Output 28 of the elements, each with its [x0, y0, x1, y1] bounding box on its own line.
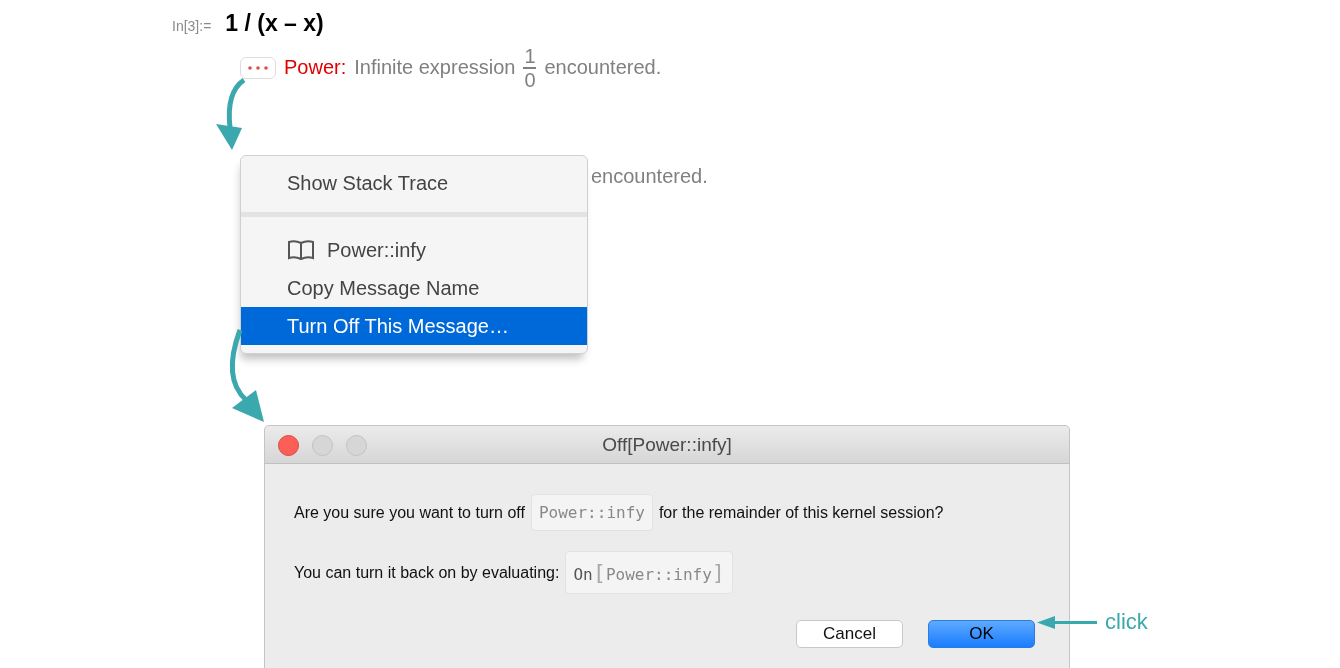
- annotation-label: click: [1105, 609, 1148, 635]
- ellipsis-icon: [248, 65, 268, 70]
- menu-item[interactable]: Copy Message Name: [241, 269, 587, 307]
- close-button[interactable]: [278, 435, 299, 456]
- cancel-button[interactable]: Cancel: [796, 620, 903, 648]
- message-text: encountered.: [544, 56, 662, 80]
- menu-item[interactable]: Show Stack Trace: [241, 164, 587, 202]
- dialog-text: for the remainder of this kernel session?: [658, 503, 944, 522]
- input-expression[interactable]: 1 / (x – x): [225, 10, 324, 37]
- input-label: In[3]:=: [172, 18, 212, 34]
- minimize-button[interactable]: [312, 435, 333, 456]
- message-text: Infinite expression: [354, 56, 516, 80]
- curved-arrow: [216, 78, 246, 150]
- message-menu-button[interactable]: [240, 56, 276, 79]
- zoom-button[interactable]: [346, 435, 367, 456]
- window-title: Off[Power::infy]: [602, 433, 732, 456]
- code-snippet: On[Power::infy]: [565, 551, 734, 594]
- ok-button[interactable]: OK: [928, 620, 1035, 648]
- menu-item[interactable]: Power::infy: [241, 231, 587, 269]
- menu-item[interactable]: Turn Off This Message…: [241, 307, 587, 345]
- message-tag: Power:: [284, 56, 347, 80]
- pointer-arrow: [1037, 616, 1097, 629]
- code-snippet: Power::infy: [530, 494, 653, 531]
- dialog-text: Are you sure you want to turn off: [294, 503, 525, 522]
- fraction: 1 0: [523, 45, 537, 91]
- dialog-text: You can turn it back on by evaluating:: [294, 563, 560, 582]
- book-icon: [287, 239, 315, 261]
- message-text: encountered.: [591, 165, 708, 188]
